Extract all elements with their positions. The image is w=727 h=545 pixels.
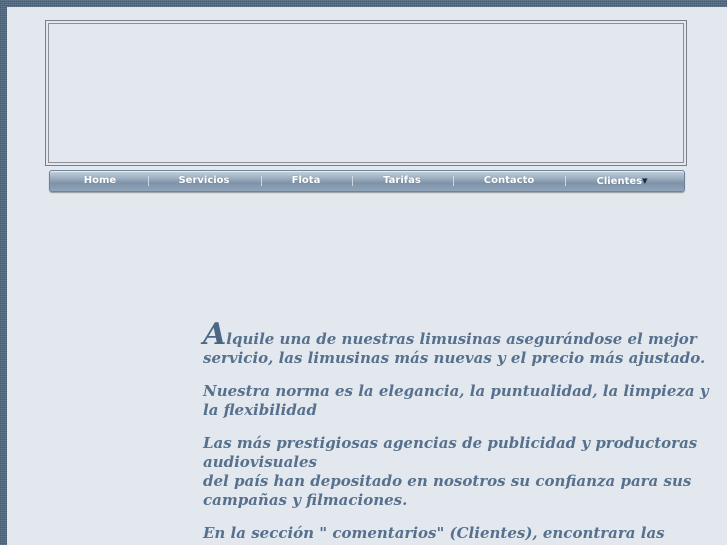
header-banner [45, 20, 687, 166]
intro-text: lquile una de nuestras limusinas asegurá… [203, 330, 706, 367]
nav-separator [453, 176, 454, 186]
agencies-line-2: del país han depositado en nosotros su c… [203, 472, 692, 509]
nav-clientes[interactable]: Clientes▼ [585, 171, 659, 191]
page-container: Home Servicios Flota Tarifas Contacto Cl… [7, 7, 727, 545]
nav-separator [352, 176, 353, 186]
nav-separator [261, 176, 262, 186]
nav-clientes-label: Clientes [596, 176, 643, 187]
chevron-down-icon: ▼ [642, 177, 648, 185]
nav-separator [148, 176, 149, 186]
nav-servicios[interactable]: Servicios [168, 171, 240, 191]
intro-dropcap: A [203, 317, 227, 352]
agencies-line-1: Las más prestigiosas agencias de publici… [203, 434, 698, 471]
nav-home[interactable]: Home [72, 171, 128, 191]
nav-separator [565, 176, 566, 186]
main-content: Alquile una de nuestras limusinas asegur… [203, 320, 719, 545]
intro-paragraph: Alquile una de nuestras limusinas asegur… [203, 320, 719, 368]
comments-paragraph: En la sección " comentarios" (Clientes),… [203, 524, 665, 542]
main-nav: Home Servicios Flota Tarifas Contacto Cl… [49, 170, 685, 192]
agencies-paragraph: Las más prestigiosas agencias de publici… [203, 434, 719, 510]
header-banner-frame [48, 23, 684, 163]
nav-tarifas[interactable]: Tarifas [372, 171, 432, 191]
nav-contacto[interactable]: Contacto [474, 171, 544, 191]
norms-paragraph: Nuestra norma es la elegancia, la puntua… [203, 382, 709, 419]
nav-flota[interactable]: Flota [280, 171, 332, 191]
